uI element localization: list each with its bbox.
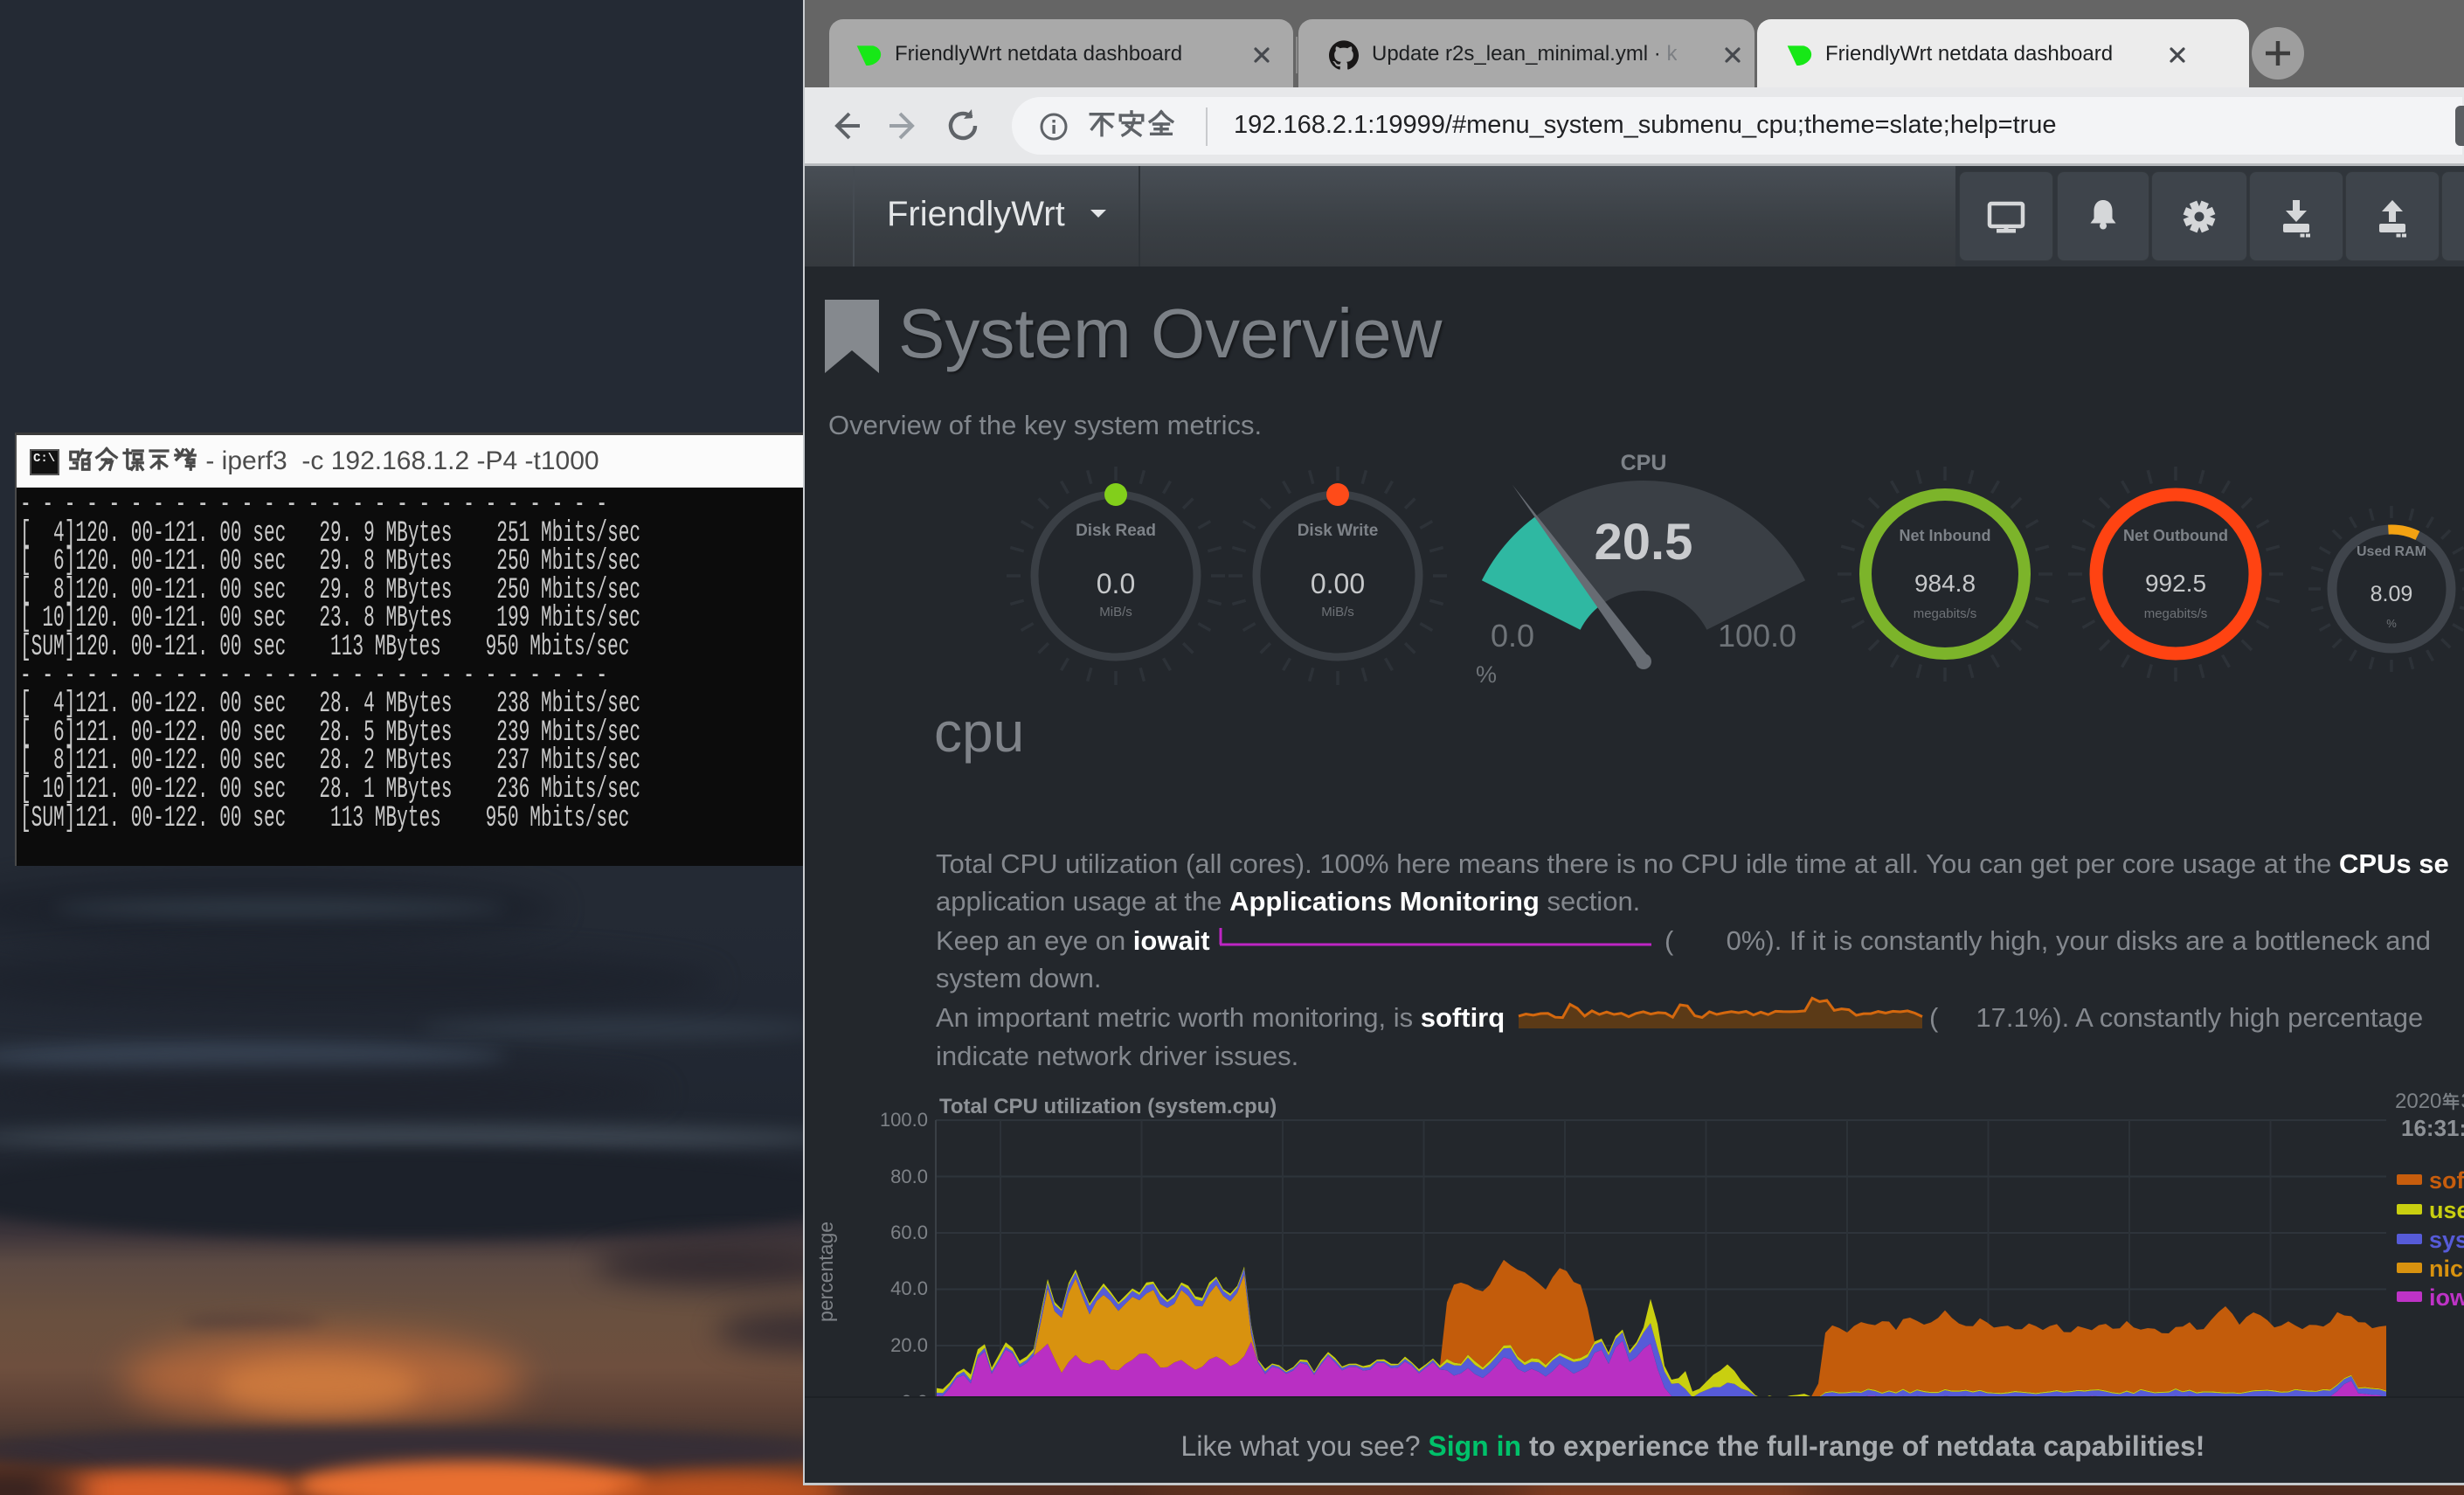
svg-text:Disk Read: Disk Read — [1076, 522, 1156, 540]
svg-text:0.0: 0.0 — [1097, 568, 1135, 599]
svg-text:100.0: 100.0 — [1718, 618, 1796, 654]
svg-text:%: % — [2386, 617, 2397, 630]
svg-text:MiB/s: MiB/s — [1099, 605, 1132, 619]
svg-text:Disk Write: Disk Write — [1298, 522, 1379, 540]
svg-text:Net Outbound: Net Outbound — [2123, 527, 2228, 544]
svg-text:CPU: CPU — [1621, 451, 1667, 475]
svg-text:0.00: 0.00 — [1311, 568, 1365, 599]
svg-text:984.8: 984.8 — [1914, 570, 1976, 597]
svg-text:%: % — [1476, 661, 1497, 688]
svg-text:megabits/s: megabits/s — [2144, 606, 2208, 621]
svg-text:20.5: 20.5 — [1595, 514, 1693, 571]
svg-text:8.09: 8.09 — [2371, 582, 2413, 606]
svg-text:Net Inbound: Net Inbound — [1900, 527, 1991, 544]
svg-text:0.0: 0.0 — [1491, 618, 1534, 654]
svg-text:MiB/s: MiB/s — [1321, 605, 1354, 619]
svg-text:megabits/s: megabits/s — [1914, 606, 1977, 621]
svg-text:992.5: 992.5 — [2145, 570, 2206, 597]
svg-text:Used RAM: Used RAM — [2357, 544, 2426, 559]
